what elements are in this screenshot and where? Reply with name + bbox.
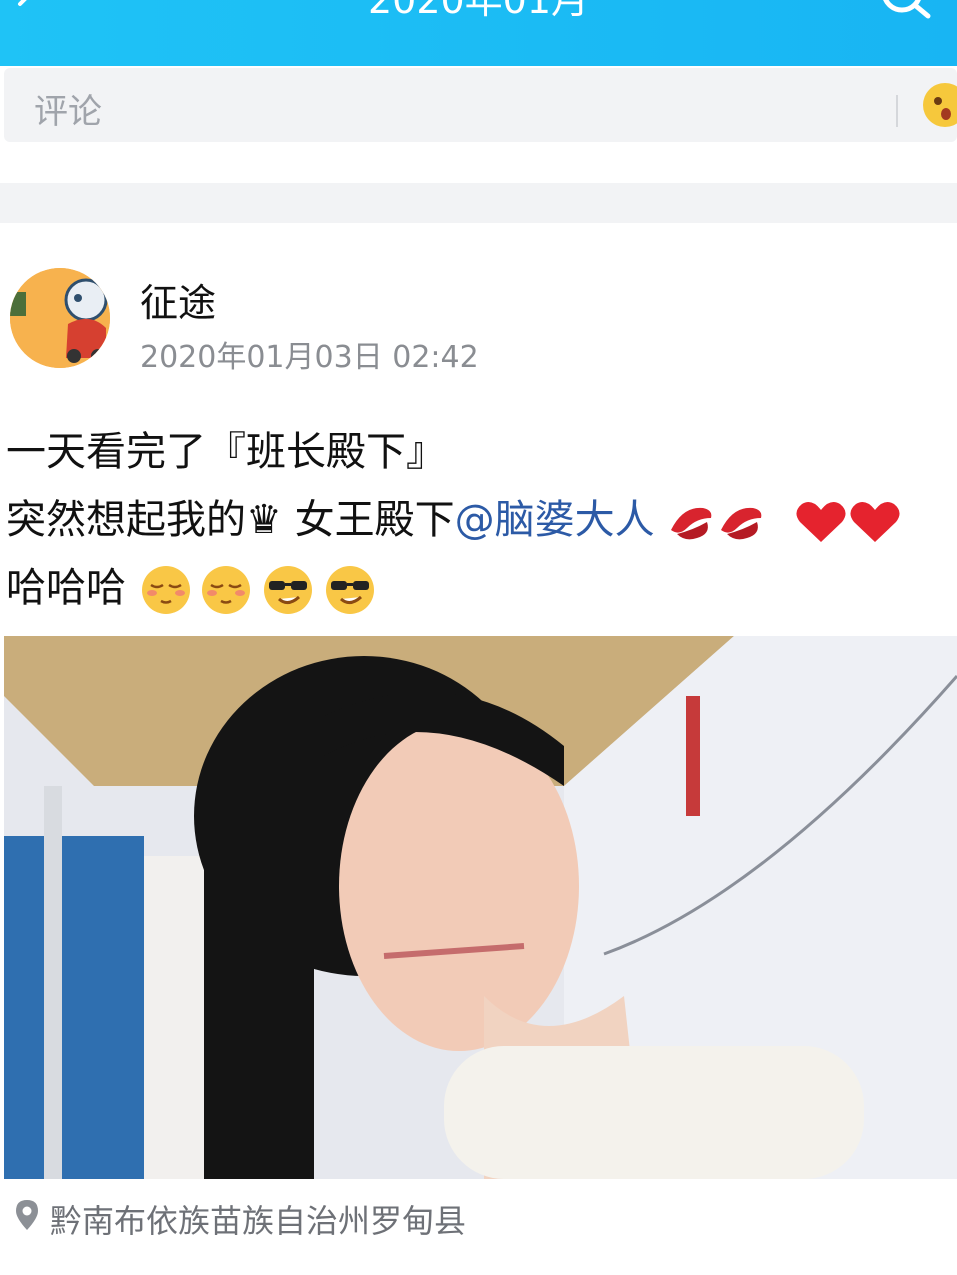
post-line-1: 一天看完了『班长殿下』 (6, 418, 956, 486)
post-content: 一天看完了『班长殿下』 突然想起我的♛ 女王殿下@脑婆大人 哈哈哈 (6, 418, 956, 622)
post-text: 哈哈哈 (6, 565, 126, 611)
post-timestamp: 2020年01月03日 02:42 (140, 340, 479, 375)
photo-illustration (4, 636, 957, 1179)
post-text: 一天看完了『班长殿下』 (6, 429, 446, 475)
author-name[interactable]: 征途 (140, 272, 216, 327)
comment-input[interactable]: 评论 (4, 68, 957, 142)
cool-face-icon (325, 566, 374, 614)
emoji-icon[interactable] (922, 82, 957, 128)
heart-icon (850, 502, 900, 542)
avatar[interactable] (10, 268, 110, 368)
blush-face-icon (201, 566, 250, 614)
post-line-2: 突然想起我的♛ 女王殿下@脑婆大人 (6, 486, 956, 554)
top-bar: 2020年01月 (0, 0, 957, 66)
kiss-icon (671, 507, 712, 540)
section-divider (0, 183, 957, 223)
post-line-3: 哈哈哈 (6, 554, 956, 622)
location-text: 黔南布依族苗族自治州罗甸县 (50, 1202, 467, 1240)
location-pin-icon (16, 1200, 38, 1230)
comment-placeholder: 评论 (34, 92, 102, 132)
blush-face-icon (141, 566, 190, 614)
cool-face-icon (263, 566, 312, 614)
divider (896, 95, 898, 127)
page-title: 2020年01月 (367, 0, 590, 22)
post-text: 突然想起我的♛ 女王殿下 (6, 497, 455, 543)
heart-icon (796, 502, 846, 542)
kiss-icon (721, 507, 762, 540)
mention-link[interactable]: @脑婆大人 (455, 497, 655, 543)
post-photo[interactable] (4, 636, 957, 1179)
avatar-illustration (10, 268, 110, 368)
search-icon[interactable] (872, 0, 934, 26)
